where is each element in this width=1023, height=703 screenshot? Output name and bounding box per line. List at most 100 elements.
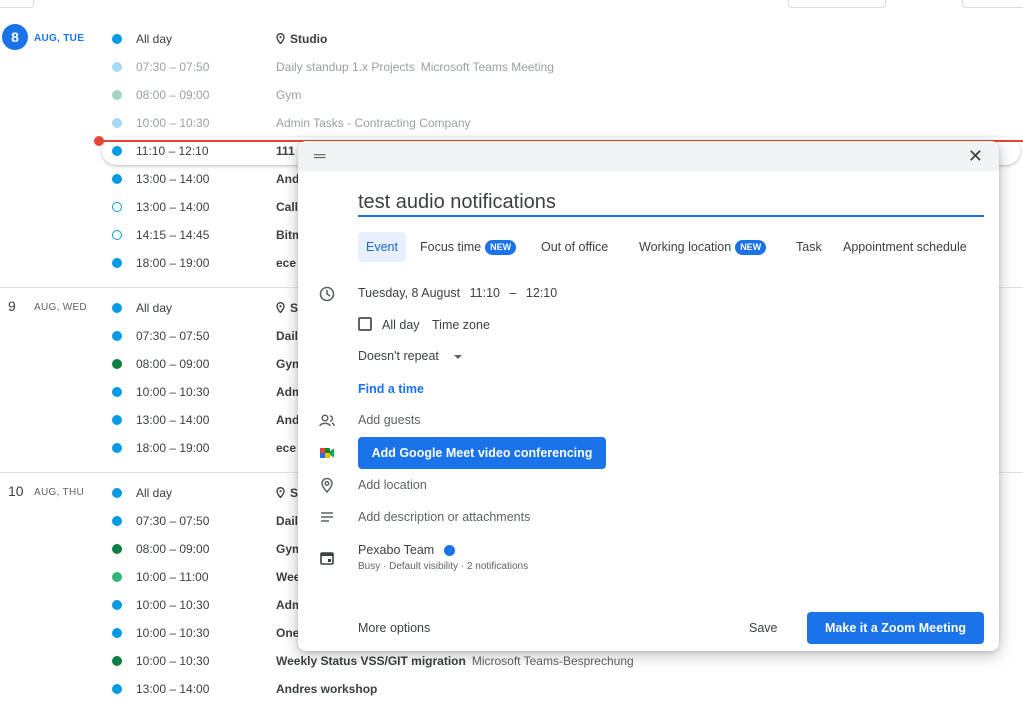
tab-out-of-office[interactable]: Out of office <box>541 232 608 262</box>
event-time: 14:15 – 14:45 <box>136 228 210 242</box>
save-button[interactable]: Save <box>749 621 778 635</box>
event-title: One <box>276 626 299 640</box>
event-color-dot <box>112 258 122 268</box>
calendar-color-dot <box>443 545 455 557</box>
event-time: 18:00 – 19:00 <box>136 256 210 270</box>
repeat-value: Doesn't repeat <box>358 349 439 363</box>
tab-appointment-schedule[interactable]: Appointment schedule <box>843 232 967 262</box>
add-description-field[interactable]: Add description or attachments <box>358 510 530 524</box>
repeat-select[interactable]: Doesn't repeat <box>358 349 463 363</box>
close-icon[interactable]: ✕ <box>968 146 983 167</box>
add-guests-field[interactable]: Add guests <box>358 413 421 427</box>
clock-icon <box>319 286 335 302</box>
event-color-dot <box>112 230 122 240</box>
start-time[interactable]: 11:10 <box>470 286 500 300</box>
event-title-text: ece <box>276 441 297 455</box>
event-row[interactable]: All day Studio <box>108 25 1023 53</box>
event-title: Dail <box>276 514 298 528</box>
event-title-text: Wee <box>276 570 301 584</box>
toolbar-button-view[interactable] <box>788 0 886 8</box>
guests-icon <box>319 414 335 427</box>
event-quick-create-dialog: ═ ✕ Event Focus timeNEW Out of office Wo… <box>298 141 999 651</box>
add-location-field[interactable]: Add location <box>358 478 427 492</box>
zoom-meeting-button[interactable]: Make it a Zoom Meeting <box>807 612 984 644</box>
event-time: 10:00 – 11:00 <box>136 570 209 584</box>
event-title-text: Daily standup 1.x Projects <box>276 60 415 74</box>
event-color-dot <box>112 202 122 212</box>
event-subtitle: Microsoft Teams-Besprechung <box>471 654 634 668</box>
location-pin-icon <box>276 33 285 45</box>
event-color-dot <box>112 62 122 72</box>
top-toolbar <box>0 0 1023 10</box>
event-row[interactable]: 10:00 – 10:30 Weekly Status VSS/GIT migra… <box>108 647 1023 675</box>
event-color-dot <box>112 443 122 453</box>
event-time: 07:30 – 07:50 <box>136 60 210 74</box>
toolbar-button-left[interactable] <box>0 0 34 8</box>
calendar-icon <box>320 552 334 565</box>
event-color-dot <box>112 656 122 666</box>
new-badge: NEW <box>735 240 767 256</box>
event-time: 07:30 – 07:50 <box>136 514 210 528</box>
toolbar-button-right[interactable] <box>962 0 1023 8</box>
all-day-label: All day <box>382 318 420 332</box>
event-color-dot <box>112 34 122 44</box>
event-title: ece <box>276 441 296 455</box>
day-number[interactable]: 8 <box>2 24 28 50</box>
day-number[interactable]: 10 <box>8 483 24 499</box>
event-title-input[interactable] <box>358 189 984 217</box>
event-color-dot <box>112 90 122 100</box>
event-time: 10:00 – 10:30 <box>136 654 210 668</box>
more-options-button[interactable]: More options <box>358 621 430 635</box>
day-label[interactable]: AUG, TUE <box>34 33 84 44</box>
event-color-dot <box>112 118 122 128</box>
dialog-header[interactable]: ═ ✕ <box>298 141 999 171</box>
event-subtitle: Microsoft Teams Meeting <box>420 60 554 74</box>
event-time: 18:00 – 19:00 <box>136 441 210 455</box>
tab-working-location[interactable]: Working location NEW <box>639 232 767 262</box>
event-title-text: And <box>276 172 300 186</box>
event-title-text: S <box>290 301 299 315</box>
tab-focus-time[interactable]: Focus time NEW <box>420 232 517 262</box>
event-color-dot <box>112 331 122 341</box>
event-time: 13:00 – 14:00 <box>136 413 210 427</box>
event-title: Andres workshop <box>276 682 377 696</box>
event-title-text: Studio <box>290 32 328 46</box>
day-label[interactable]: AUG, THU <box>34 487 84 498</box>
add-google-meet-button[interactable]: Add Google Meet video conferencing <box>358 437 606 469</box>
event-color-dot <box>112 572 122 582</box>
calendar-selector[interactable]: Pexabo Team <box>358 543 455 557</box>
event-title: S <box>276 486 298 500</box>
find-a-time-link[interactable]: Find a time <box>358 382 424 396</box>
end-time[interactable]: 12:10 <box>526 286 557 300</box>
event-title-text: 111 <box>276 144 295 158</box>
all-day-checkbox[interactable] <box>358 317 372 331</box>
event-row[interactable]: 10:00 – 10:30 Admin Tasks - Contracting C… <box>108 109 1023 137</box>
time-dash: – <box>509 286 517 300</box>
description-icon <box>321 512 333 522</box>
tab-event[interactable]: Event <box>358 232 406 262</box>
day-label[interactable]: AUG, WED <box>34 302 87 313</box>
event-color-dot <box>112 600 122 610</box>
calendar-name: Pexabo Team <box>358 543 435 557</box>
event-date[interactable]: Tuesday, 8 August <box>358 286 460 300</box>
event-row[interactable]: 13:00 – 14:00 Andres workshop <box>108 675 1023 703</box>
time-zone-link[interactable]: Time zone <box>432 318 490 332</box>
event-title: Studio <box>276 32 327 46</box>
event-row[interactable]: 08:00 – 09:00 Gym <box>108 81 1023 109</box>
event-title: Weekly Status VSS/GIT migration Microsoft… <box>276 654 634 668</box>
day-number[interactable]: 9 <box>8 298 16 314</box>
tab-task[interactable]: Task <box>796 232 822 262</box>
location-pin-icon <box>276 487 285 499</box>
event-title-text: Dail <box>276 329 299 343</box>
event-title: Admin Tasks - Contracting Company <box>276 116 471 130</box>
chevron-down-icon <box>454 354 463 359</box>
event-title-text: Gym <box>276 88 302 102</box>
event-row[interactable]: 07:30 – 07:50 Daily standup 1.x Projects M… <box>108 53 1023 81</box>
event-time: All day <box>136 32 173 46</box>
drag-handle-icon[interactable]: ═ <box>314 148 325 166</box>
date-time-row[interactable]: Tuesday, 8 August 11:10 – 12:10 <box>358 286 557 300</box>
event-title: Dail <box>276 329 298 343</box>
event-color-dot <box>112 516 122 526</box>
event-color-dot <box>112 303 122 313</box>
event-time: All day <box>136 301 173 315</box>
